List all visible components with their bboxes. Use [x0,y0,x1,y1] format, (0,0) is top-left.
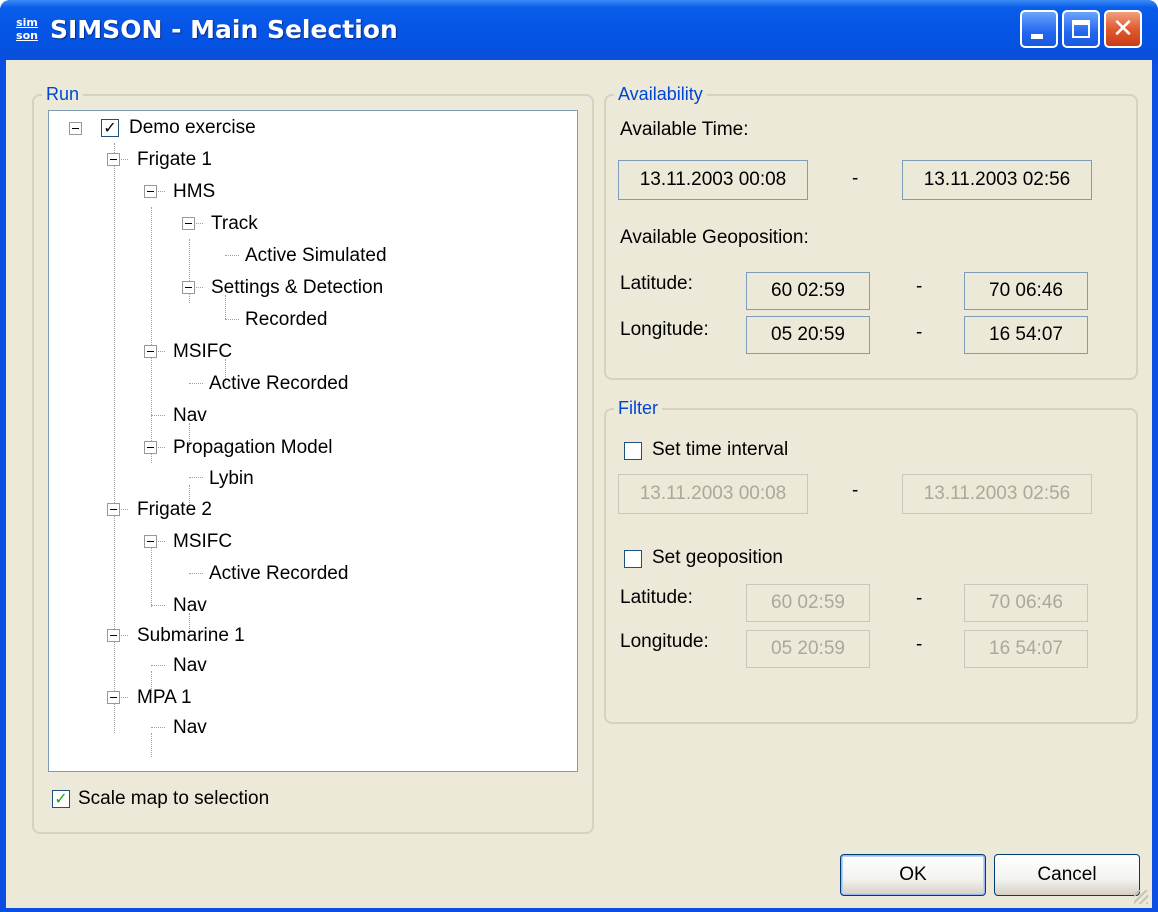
ok-button[interactable]: OK [840,854,986,896]
tree-expander[interactable] [107,153,120,166]
maximize-button[interactable] [1062,10,1100,48]
dialog-window: sim son SIMSON - Main Selection ✕ Run ✓ … [0,0,1158,912]
cancel-button[interactable]: Cancel [994,854,1140,896]
maximize-icon [1072,20,1090,38]
filter-time-to: 13.11.2003 02:56 [902,474,1092,514]
filter-longitude-dash: - [916,634,923,655]
tree-expander[interactable] [69,122,82,135]
tree-node-active-recorded[interactable]: Active Recorded [209,562,348,586]
tree-node-active-simulated[interactable]: Active Simulated [245,244,387,268]
tree-node-track[interactable]: Track [211,212,258,236]
available-longitude-from: 05 20:59 [746,316,870,354]
tree-expander[interactable] [144,185,157,198]
tree-expander[interactable] [182,281,195,294]
tree-node-msifc[interactable]: MSIFC [173,340,232,364]
tree-node-submarine-1[interactable]: Submarine 1 [137,624,245,648]
tree-node-frigate-2[interactable]: Frigate 2 [137,498,212,522]
availability-group-label: Availability [614,82,707,106]
available-latitude-to: 70 06:46 [964,272,1088,310]
set-geoposition-checkbox[interactable] [624,550,642,568]
filter-latitude-from: 60 02:59 [746,584,870,622]
window-title: SIMSON - Main Selection [50,15,398,44]
set-time-interval-label[interactable]: Set time interval [652,438,788,462]
filter-latitude-label: Latitude: [620,587,693,608]
tree-node-frigate-1[interactable]: Frigate 1 [137,148,212,172]
set-time-interval-checkbox[interactable] [624,442,642,460]
tree-expander[interactable] [182,217,195,230]
filter-latitude-dash: - [916,588,923,609]
tree-node-hms[interactable]: HMS [173,180,215,204]
set-geoposition-label[interactable]: Set geoposition [652,546,783,570]
tree-node-demo-exercise[interactable]: Demo exercise [129,116,256,140]
tree-expander[interactable] [144,345,157,358]
minimize-button[interactable] [1020,10,1058,48]
tree-expander[interactable] [144,535,157,548]
scale-map-label[interactable]: Scale map to selection [78,787,269,811]
tree-node-recorded[interactable]: Recorded [245,308,327,332]
available-time-label: Available Time: [620,119,749,140]
tree-node-msifc[interactable]: MSIFC [173,530,232,554]
filter-longitude-to: 16 54:07 [964,630,1088,668]
available-geoposition-label: Available Geoposition: [620,227,809,248]
tree-node-lybin[interactable]: Lybin [209,467,254,491]
available-time-from: 13.11.2003 00:08 [618,160,808,200]
tree-expander[interactable] [107,691,120,704]
filter-time-from: 13.11.2003 00:08 [618,474,808,514]
tree-expander[interactable] [107,629,120,642]
close-icon: ✕ [1112,14,1134,44]
tree-node-nav[interactable]: Nav [173,716,207,740]
minimize-icon [1031,34,1043,39]
tree-node-nav[interactable]: Nav [173,654,207,678]
filter-longitude-label: Longitude: [620,631,709,652]
tree-node-nav[interactable]: Nav [173,594,207,618]
resize-grip[interactable] [1134,890,1148,904]
filter-latitude-to: 70 06:46 [964,584,1088,622]
longitude-range-dash: - [916,322,923,343]
scale-map-checkbox[interactable]: ✓ [52,790,70,808]
dialog-client-area: Run ✓ Demo exercise Frigate 1 HMS Track … [6,60,1152,908]
filter-group-label: Filter [614,396,662,420]
latitude-range-dash: - [916,276,923,297]
available-latitude-from: 60 02:59 [746,272,870,310]
tree-node-propagation-model[interactable]: Propagation Model [173,436,333,460]
tree-node-settings-detection[interactable]: Settings & Detection [211,276,383,300]
available-time-to: 13.11.2003 02:56 [902,160,1092,200]
tree-node-nav[interactable]: Nav [173,404,207,428]
tree-expander[interactable] [107,503,120,516]
availability-latitude-label: Latitude: [620,273,693,294]
simson-app-icon: sim son [16,16,38,42]
close-button[interactable]: ✕ [1104,10,1142,48]
tree-node-active-recorded[interactable]: Active Recorded [209,372,348,396]
run-group-label: Run [42,82,84,106]
title-bar[interactable]: sim son SIMSON - Main Selection ✕ [0,0,1158,60]
filter-time-dash: - [852,480,859,501]
filter-longitude-from: 05 20:59 [746,630,870,668]
availability-longitude-label: Longitude: [620,319,709,340]
tree-node-checkbox[interactable]: ✓ [101,119,119,137]
available-longitude-to: 16 54:07 [964,316,1088,354]
tree-node-mpa-1[interactable]: MPA 1 [137,686,192,710]
run-tree-view[interactable]: ✓ Demo exercise Frigate 1 HMS Track Acti… [48,110,578,772]
tree-expander[interactable] [144,441,157,454]
time-range-dash: - [852,168,859,189]
